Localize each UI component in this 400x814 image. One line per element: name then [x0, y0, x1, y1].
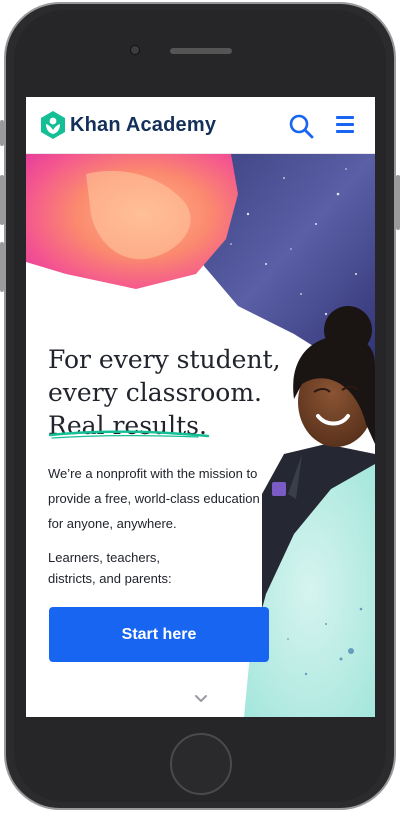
khan-academy-logo-icon[interactable] [40, 111, 66, 139]
search-icon[interactable] [288, 113, 314, 139]
device-power-button [396, 175, 400, 230]
headline-underline-stroke [48, 430, 210, 439]
start-here-button[interactable]: Start here [49, 607, 269, 662]
mission-statement: We’re a nonprofit with the mission to pr… [48, 466, 260, 531]
front-camera [130, 45, 140, 55]
headline-line-2: every classroom. [48, 378, 263, 407]
top-nav: Khan Academy [26, 97, 375, 154]
brand-name[interactable]: Khan Academy [70, 114, 216, 137]
home-button[interactable] [170, 733, 232, 795]
screen: Khan Academy For every student, every cl… [26, 97, 375, 717]
hamburger-menu-icon[interactable] [336, 116, 356, 134]
headline-line-1: For every student, [48, 345, 281, 374]
chevron-down-icon[interactable] [194, 694, 208, 704]
earpiece-speaker [170, 48, 232, 54]
audience-prompt: Learners, teachers, districts, and paren… [48, 550, 172, 586]
device-frame: Khan Academy For every student, every cl… [0, 0, 400, 814]
